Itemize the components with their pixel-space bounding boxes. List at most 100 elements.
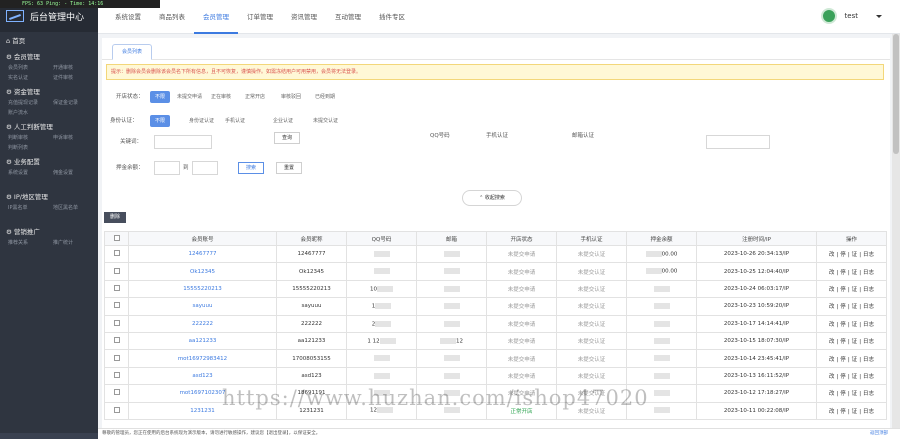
row-action-link[interactable]: 改	[829, 409, 835, 415]
sidebar-item[interactable]: 实名认证	[8, 73, 53, 83]
row-action-link[interactable]: 改	[829, 304, 835, 310]
page-scrollbar[interactable]	[892, 34, 900, 428]
top-nav-item[interactable]: 会员管理	[194, 0, 238, 34]
top-nav-item[interactable]: 资讯管理	[282, 0, 326, 34]
row-action-link[interactable]: 停	[840, 287, 846, 293]
row-select-cell[interactable]	[104, 314, 129, 333]
status-option[interactable]: 未提交申请	[172, 91, 207, 103]
status-option[interactable]: 正常开店	[240, 91, 270, 103]
row-action-link[interactable]: 日志	[863, 252, 874, 258]
member-account-link[interactable]: 222222	[128, 314, 277, 333]
sidebar-item[interactable]: 判断审核	[8, 133, 53, 143]
sidebar-item[interactable]: 判断列表	[8, 143, 53, 153]
member-account-link[interactable]: Ok12345	[128, 262, 277, 281]
row-checkbox[interactable]	[113, 337, 120, 344]
deposit-max-input[interactable]	[192, 161, 218, 175]
row-action-link[interactable]: 改	[829, 252, 835, 258]
row-select-cell[interactable]	[104, 279, 129, 299]
sidebar-group-title[interactable]: ⚙ 资金管理	[0, 86, 98, 98]
query-button[interactable]: 查询	[274, 132, 301, 144]
row-action-link[interactable]: 日志	[863, 287, 874, 293]
row-checkbox[interactable]	[113, 354, 120, 361]
row-action-link[interactable]: 日志	[863, 304, 874, 310]
top-nav-item[interactable]: 互动管理	[326, 0, 370, 34]
status-option[interactable]: 正在审核	[206, 91, 236, 103]
sidebar-item[interactable]: 地区黑名单	[53, 203, 98, 213]
search-button[interactable]: 搜索	[238, 162, 265, 174]
sidebar-group-title[interactable]: ⚙ 会员管理	[0, 51, 98, 63]
row-action-link[interactable]: 证	[852, 391, 858, 397]
row-action-link[interactable]: 证	[852, 252, 858, 258]
auth-option[interactable]: 身份证认证	[184, 115, 219, 127]
row-action-link[interactable]: 日志	[863, 322, 874, 328]
row-select-cell[interactable]	[104, 401, 129, 420]
sidebar-item[interactable]: 推荐关系	[8, 238, 53, 248]
row-action-link[interactable]: 日志	[863, 409, 874, 415]
row-action-link[interactable]: 停	[840, 339, 846, 345]
row-action-link[interactable]: 证	[852, 270, 858, 276]
row-action-link[interactable]: 证	[852, 339, 858, 345]
row-checkbox[interactable]	[113, 406, 120, 413]
auth-option[interactable]: 不限	[150, 115, 171, 127]
row-action-link[interactable]: 证	[852, 357, 858, 363]
row-select-cell[interactable]	[104, 297, 129, 316]
sidebar-item[interactable]: 系统设置	[8, 168, 53, 178]
row-select-cell[interactable]	[104, 262, 129, 281]
row-action-link[interactable]: 日志	[863, 391, 874, 397]
member-account-link[interactable]: mot1697102307	[128, 384, 277, 403]
avatar[interactable]	[820, 8, 837, 24]
row-action-link[interactable]: 改	[829, 391, 835, 397]
sidebar-group-title[interactable]: ⚙ IP/地区管理	[0, 191, 98, 203]
row-action-link[interactable]: 日志	[863, 357, 874, 363]
bulk-delete-button[interactable]: 删除	[104, 212, 127, 223]
top-nav-item[interactable]: 订单管理	[238, 0, 282, 34]
tab-member-list[interactable]: 会员列表	[112, 44, 153, 60]
row-action-link[interactable]: 改	[829, 270, 835, 276]
row-action-link[interactable]: 停	[840, 374, 846, 380]
top-nav-item[interactable]: 插件专区	[370, 0, 414, 34]
row-action-link[interactable]: 改	[829, 339, 835, 345]
row-checkbox[interactable]	[113, 389, 120, 396]
row-select-cell[interactable]	[104, 349, 129, 368]
member-account-link[interactable]: 12467777	[128, 244, 277, 264]
row-checkbox[interactable]	[113, 284, 120, 291]
sidebar-item[interactable]: 账户流水	[8, 108, 53, 118]
member-account-link[interactable]: aa121233	[128, 331, 277, 351]
chevron-down-icon[interactable]	[876, 14, 882, 18]
status-option[interactable]: 不限	[150, 91, 171, 103]
sidebar-item[interactable]: 申诉审核	[53, 133, 98, 143]
sidebar-item[interactable]: 会员列表	[8, 63, 53, 73]
keyword-input[interactable]	[154, 135, 212, 149]
row-action-link[interactable]: 日志	[863, 374, 874, 380]
email-filter-input[interactable]	[706, 135, 770, 149]
row-action-link[interactable]: 停	[840, 409, 846, 415]
row-action-link[interactable]: 改	[829, 357, 835, 363]
member-account-link[interactable]: mot16972983412	[128, 349, 277, 368]
scrollbar-thumb[interactable]	[893, 34, 899, 154]
row-action-link[interactable]: 停	[840, 322, 846, 328]
row-checkbox[interactable]	[113, 319, 120, 326]
row-action-link[interactable]: 日志	[863, 270, 874, 276]
sidebar-item[interactable]: IP黑名单	[8, 203, 53, 213]
row-action-link[interactable]: 停	[840, 252, 846, 258]
reset-button[interactable]: 重置	[276, 162, 303, 174]
row-action-link[interactable]: 停	[840, 270, 846, 276]
row-checkbox[interactable]	[113, 267, 120, 274]
row-checkbox[interactable]	[113, 250, 120, 257]
auth-option[interactable]: 手机认证	[220, 115, 250, 127]
user-menu[interactable]: test	[820, 8, 882, 24]
back-to-top-link[interactable]: 返回顶部	[870, 429, 888, 439]
sidebar-item[interactable]: 开通审核	[53, 63, 98, 73]
select-all-cell[interactable]	[104, 231, 129, 246]
member-account-link[interactable]: 15555220213	[128, 279, 277, 299]
member-account-link[interactable]: 1231231	[128, 401, 277, 420]
row-action-link[interactable]: 日志	[863, 339, 874, 345]
sidebar-item[interactable]: 推广统计	[53, 238, 98, 248]
row-action-link[interactable]: 证	[852, 287, 858, 293]
row-checkbox[interactable]	[113, 302, 120, 309]
status-option[interactable]: 已经到期	[310, 91, 340, 103]
sidebar-group-title[interactable]: ⚙ 营销推广	[0, 226, 98, 238]
sidebar-group-title[interactable]: ⚙ 人工判断管理	[0, 121, 98, 133]
row-select-cell[interactable]	[104, 366, 129, 386]
select-all-checkbox[interactable]	[113, 234, 120, 241]
